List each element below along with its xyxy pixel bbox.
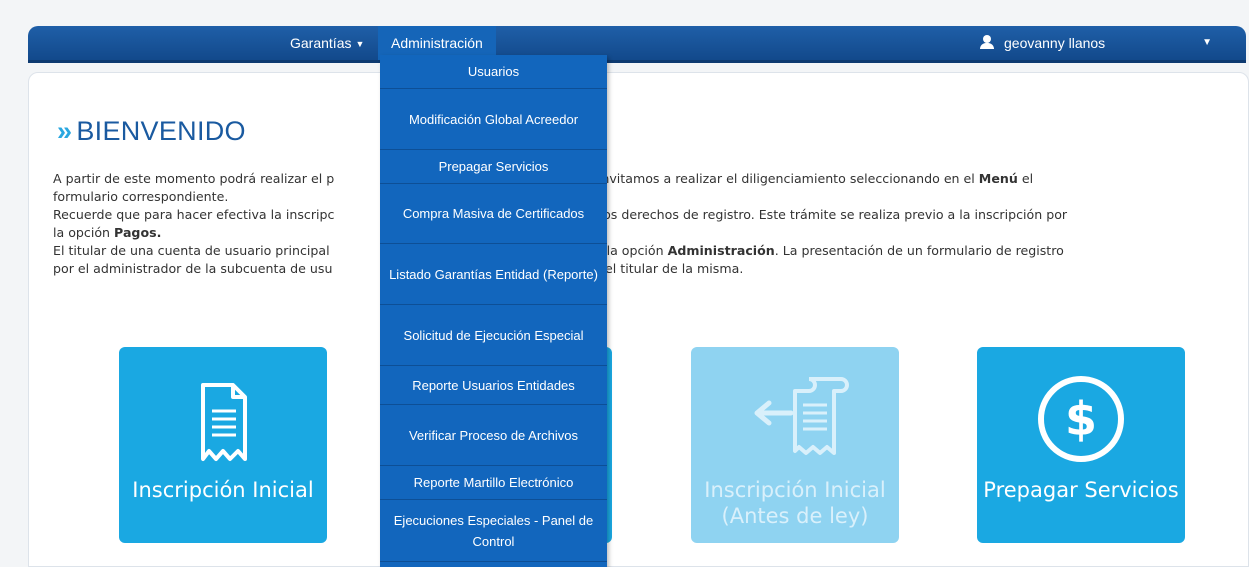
menu-item-solicitud-ejecucion-especial[interactable]: Solicitud de Ejecución Especial <box>380 305 607 366</box>
menu-item-reporte-usuarios-entidades[interactable]: Reporte Usuarios Entidades <box>380 366 607 405</box>
tile-label: Inscripción Inicial (Antes de ley) <box>704 478 886 528</box>
tile-label: Prepagar Servicios <box>983 478 1179 502</box>
welcome-text: A partir de este momento podrá realizar … <box>53 170 1233 278</box>
document-icon <box>201 383 247 461</box>
user-icon <box>980 35 994 50</box>
user-menu[interactable]: geovanny llanos ▼ <box>980 26 1230 60</box>
menu-item-reporte-martillo-electronico[interactable]: Reporte Martillo Electrónico <box>380 466 607 500</box>
menu-item-compra-masiva-certificados[interactable]: Compra Masiva de Certificados <box>380 184 607 244</box>
nav-garantias-label: Garantías <box>290 35 352 51</box>
tile-prepagar-servicios[interactable]: $ Prepagar Servicios <box>977 347 1185 543</box>
welcome-heading: BIENVENIDO <box>76 116 246 146</box>
page-title: » BIENVENIDO <box>57 116 246 152</box>
welcome-text-line: El titular de una cuenta de usuario prin… <box>53 243 1064 258</box>
administracion-dropdown: Usuarios Modificación Global Acreedor Pr… <box>380 55 607 567</box>
menu-item-prepagar-servicios[interactable]: Prepagar Servicios <box>380 150 607 184</box>
nav-garantias-menu[interactable]: Garantías ▼ <box>290 26 364 60</box>
tile-label: Inscripción Inicial <box>132 478 314 502</box>
welcome-text-line: la opción Pagos. <box>53 225 162 240</box>
menu-item-usuarios[interactable]: Usuarios <box>380 55 607 89</box>
welcome-text-line: formulario correspondiente. <box>53 189 229 204</box>
document-import-icon <box>754 377 849 455</box>
nav-administracion-label: Administración <box>391 35 483 51</box>
user-name: geovanny llanos <box>1004 35 1106 51</box>
welcome-text-line: por el administrador de la subcuenta de … <box>53 261 744 276</box>
tile-inscripcion-inicial[interactable]: Inscripción Inicial <box>119 347 327 543</box>
caret-down-icon: ▼ <box>1202 37 1212 48</box>
welcome-text-line: Recuerde que para hacer efectiva la insc… <box>53 207 1068 222</box>
caret-down-icon: ▼ <box>355 39 365 49</box>
dollar-circle-icon: $ <box>1038 376 1124 462</box>
double-chevron-icon: » <box>57 116 73 146</box>
menu-item-verificar-proceso-archivos[interactable]: Verificar Proceso de Archivos <box>380 405 607 466</box>
tile-inscripcion-antes-de-ley: Inscripción Inicial (Antes de ley) <box>691 347 899 543</box>
menu-item-modificacion-global-acreedor[interactable]: Modificación Global Acreedor <box>380 89 607 150</box>
top-navbar: Garantías ▼ Administración geovanny llano… <box>28 26 1246 63</box>
menu-item-ejecuciones-especiales[interactable]: Ejecuciones Especiales - Panel de Contro… <box>380 500 607 562</box>
welcome-text-line: A partir de este momento podrá realizar … <box>53 171 1034 186</box>
menu-item-listado-garantias-entidad[interactable]: Listado Garantías Entidad (Reporte) <box>380 244 607 305</box>
svg-text:$: $ <box>1065 392 1097 446</box>
